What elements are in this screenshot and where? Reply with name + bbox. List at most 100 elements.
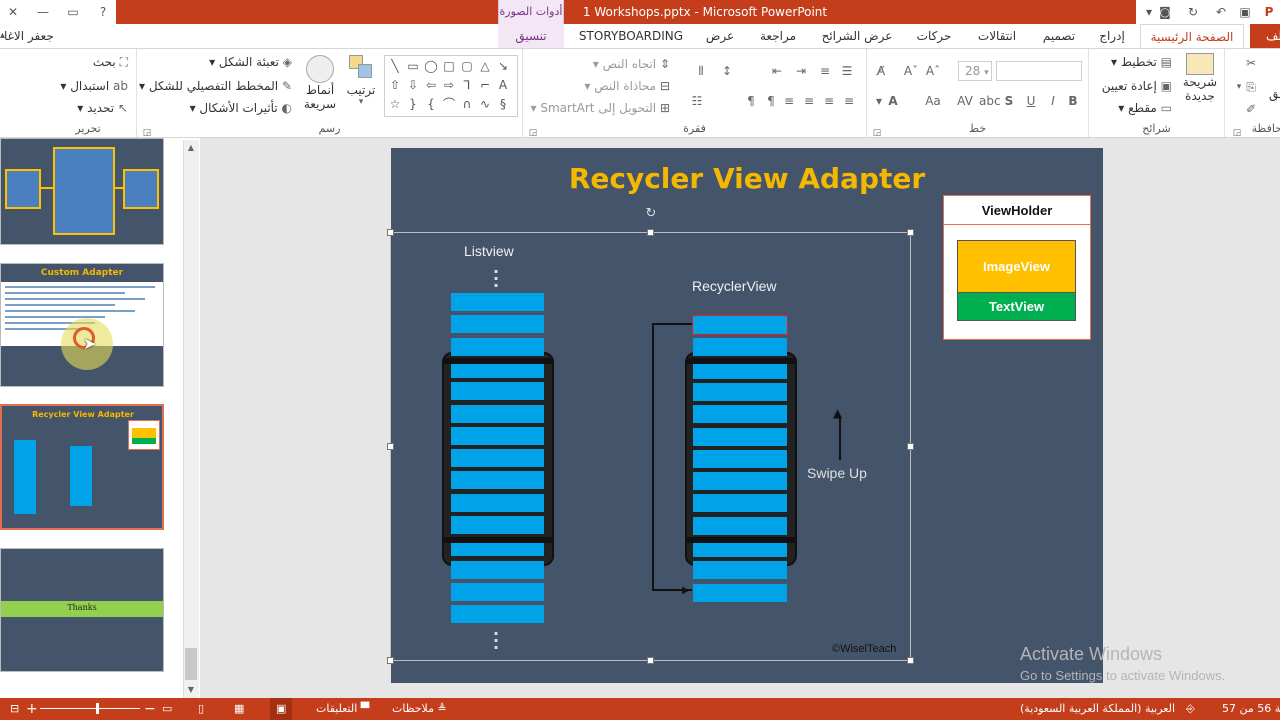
connector-shape-icon[interactable]: ⅂ [459,77,475,93]
brace-right-shape-icon[interactable]: } [405,96,421,112]
brace-left-shape-icon[interactable]: { [423,96,439,112]
arc-shape-icon[interactable]: ⌒ [441,96,457,112]
curve-shape-icon[interactable]: ∩ [459,96,475,112]
tab-review[interactable]: مراجعة [752,24,804,48]
cut-icon[interactable]: ✂ [1243,55,1259,71]
resize-handle[interactable] [647,657,654,664]
indent-decrease-icon[interactable]: ⇤ [769,63,785,79]
tab-format[interactable]: تنسيق [498,24,564,48]
resize-handle[interactable] [907,443,914,450]
align-text-button[interactable]: ⊟ محاذاة النص ▾ [584,79,670,93]
minimize-icon[interactable]: — [34,3,52,21]
restore-icon[interactable]: ▭ [64,3,82,21]
close-window-icon[interactable]: ✕ [4,3,22,21]
notes-button[interactable]: ملاحظات ≜ [392,698,447,720]
user-name[interactable]: جعفر الاغا [4,24,54,48]
paste-label[interactable]: لصق [1269,87,1280,101]
freeform-shape-icon[interactable]: ∿ [477,96,493,112]
shape-fill-button[interactable]: ◈ تعبئة الشكل ▾ [209,55,292,69]
slide-thumbnail[interactable] [0,138,164,245]
zoom-slider[interactable] [40,708,140,709]
slideshow-view-icon[interactable]: ▭ [162,698,172,720]
thumbnails-scrollbar[interactable] [183,140,199,698]
oval-shape-icon[interactable]: ◯ [423,58,439,74]
scroll-up-icon[interactable]: ▲ [184,142,198,154]
slide-thumbnail[interactable]: Thanks [0,548,164,672]
slide-sorter-icon[interactable]: ▦ [234,698,244,720]
zoom-out-icon[interactable]: ⊟ [10,698,19,720]
line-shape-icon[interactable]: ╲ [387,58,403,74]
arrow-up-shape-icon[interactable]: ⇧ [387,77,403,93]
scrollbar-thumb[interactable] [185,648,197,680]
help-icon[interactable]: ? [94,3,112,21]
text-box-shape-icon[interactable]: A [495,77,511,93]
triangle-shape-icon[interactable]: △ [477,58,493,74]
resize-handle[interactable] [907,657,914,664]
reset-button[interactable]: ▣ إعادة تعيين [1102,79,1172,93]
reading-view-icon[interactable]: ▯ [198,698,204,720]
zoom-slider-thumb[interactable] [96,703,99,714]
zoom-in-icon[interactable]: + [26,698,38,720]
save-icon[interactable]: ▣ [1236,3,1254,21]
arrow-down-shape-icon[interactable]: ⇩ [405,77,421,93]
resize-handle[interactable] [387,229,394,236]
star-shape-icon[interactable]: ☆ [387,96,403,112]
bullets-icon[interactable]: ☰ [839,63,855,79]
spelling-icon[interactable]: ⎆ [1186,698,1195,720]
layout-button[interactable]: ▤ تخطيط ▾ [1111,55,1172,69]
rotate-handle-icon[interactable]: ↻ [644,207,658,221]
slide-thumbnail-selected[interactable]: Recycler View Adapter [0,404,164,530]
rounded-rect-shape-icon[interactable]: ▢ [459,58,475,74]
comments-button[interactable]: التعليقات ▀ [316,698,369,720]
copy-dropdown-icon[interactable]: ▾ [1231,79,1247,95]
tab-slideshow[interactable]: عرض الشرائح [816,24,898,48]
arrange-button[interactable]: ترتيب ▾ [343,55,379,107]
tab-file[interactable]: ملف [1250,24,1280,48]
tab-storyboarding[interactable]: STORYBOARDING [575,24,687,48]
find-button[interactable]: ⛶ بحث [93,55,128,70]
normal-view-icon[interactable]: ▣ [270,698,293,720]
grow-font-icon[interactable]: Aˆ [925,63,941,79]
arrow-right-shape-icon[interactable]: ⇨ [441,77,457,93]
rectangle-shape-icon[interactable]: ▭ [405,58,421,74]
replace-button[interactable]: ab استبدال ▾ [60,79,128,93]
strikethrough-icon[interactable]: abc [979,93,1001,109]
align-left-icon[interactable]: ≡ [801,93,817,109]
arrow-line-shape-icon[interactable]: ↘ [495,58,511,74]
undo-icon[interactable]: ↶ [1212,3,1230,21]
tab-animations[interactable]: حركات [910,24,958,48]
shape-outline-button[interactable]: ✎ المخطط التفصيلي للشكل ▾ [139,79,292,93]
underline-icon[interactable]: U [1023,93,1039,109]
ltr-icon[interactable]: ¶ [743,93,759,109]
char-spacing-icon[interactable]: AV [957,93,973,109]
ribbon-collapse-icon[interactable]: ▴ [0,30,5,41]
numbering-icon[interactable]: ≡ [817,63,833,79]
language-indicator[interactable]: العربية (المملكة العربية السعودية) [1020,698,1175,720]
tab-design[interactable]: تصميم [1036,24,1082,48]
select-button[interactable]: ↖ تحديد ▾ [77,101,128,115]
shrink-font-icon[interactable]: Aˇ [903,63,919,79]
redo-icon[interactable]: ↻ [1184,3,1202,21]
picture-selection-box[interactable] [390,232,911,661]
new-slide-button[interactable]: شريحة جديدة [1178,53,1222,103]
square-shape-icon[interactable]: □ [441,58,457,74]
quick-styles-button[interactable]: أنماط سريعة [303,55,337,111]
shadow-icon[interactable]: S [1001,93,1017,109]
tab-view[interactable]: عرض [698,24,742,48]
line-spacing-icon[interactable]: ↕ [719,63,735,79]
resize-handle[interactable] [647,229,654,236]
distributed-icon[interactable]: ☷ [689,93,705,109]
tab-transitions[interactable]: انتقالات [968,24,1026,48]
rtl-icon[interactable]: ¶ [763,93,779,109]
scribble-shape-icon[interactable]: § [495,96,511,112]
change-case-icon[interactable]: Aa [925,93,941,109]
shape-effects-button[interactable]: ◐ تأثيرات الأشكال ▾ [190,101,292,115]
convert-smartart-button[interactable]: ⊞ التحويل إلى SmartArt ▾ [531,101,671,115]
slide-thumbnail[interactable]: Custom Adapter ➤ [0,263,164,387]
font-size-box[interactable]: 28 ▾ [958,61,992,81]
clear-format-icon[interactable]: A̸ [873,63,889,79]
font-color-a-icon[interactable]: A [885,93,901,109]
indent-increase-icon[interactable]: ⇥ [793,63,809,79]
tab-insert[interactable]: إدراج [1090,24,1134,48]
elbow-shape-icon[interactable]: ⌐ [477,77,493,93]
